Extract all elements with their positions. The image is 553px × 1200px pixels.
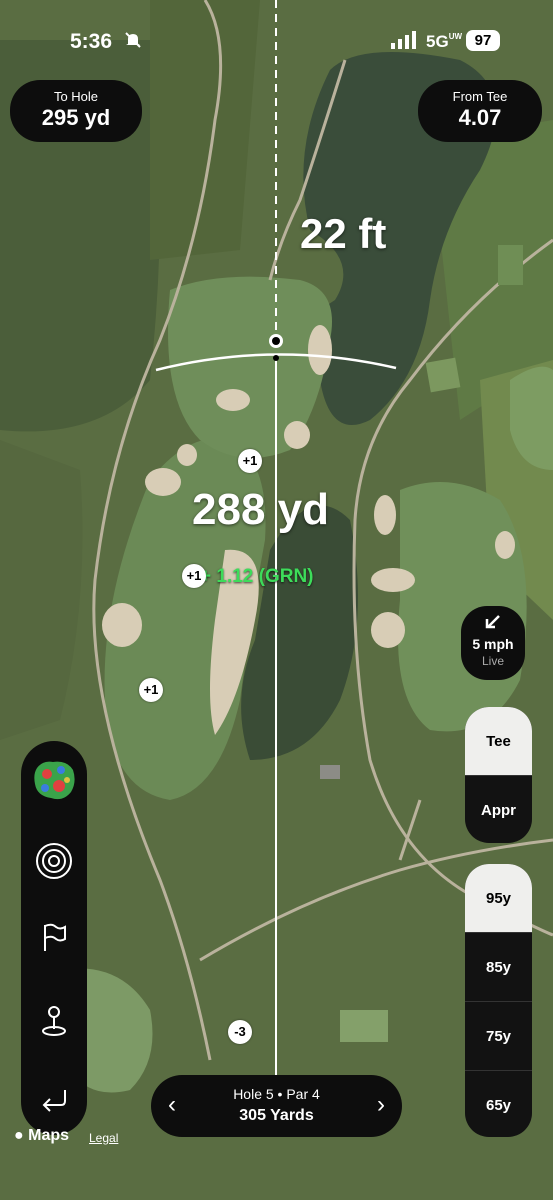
legal-link[interactable]: Legal <box>89 1131 118 1145</box>
flag-icon[interactable] <box>21 913 87 963</box>
map-marker[interactable]: -3 <box>228 1020 252 1044</box>
hole-navigator: ‹ Hole 5 • Par 4 305 Yards › <box>151 1075 402 1137</box>
shot-mode-appr[interactable]: Appr <box>465 775 532 843</box>
map-marker[interactable]: +1 <box>238 449 262 473</box>
network-label: 5GUW <box>426 32 463 51</box>
yardage-selector: 95y 85y 75y 65y <box>465 864 532 1137</box>
bell-mute-icon <box>123 30 143 55</box>
heatmap-icon[interactable] <box>21 755 87 805</box>
to-hole-pill[interactable]: To Hole 295 yd <box>10 80 142 142</box>
target-icon[interactable] <box>21 836 87 886</box>
hole-info: Hole 5 • Par 4 <box>233 1086 320 1102</box>
wind-status: Live <box>481 654 504 668</box>
yardage-option[interactable]: 65y <box>465 1070 532 1137</box>
maps-attribution: ● Maps <box>14 1127 70 1144</box>
screen: 5:36 5GUW 97 To Hole 295 yd From Tee 4.0… <box>0 0 553 1200</box>
distance-ft-label: 22 ft <box>300 210 387 257</box>
distance-yd-label: 288 yd <box>192 485 329 534</box>
signal-icon <box>391 31 417 54</box>
from-tee-label: From Tee <box>452 89 508 104</box>
battery-indicator: 97 <box>466 30 500 51</box>
map-marker[interactable]: +1 <box>139 678 163 702</box>
hole-yards: 305 Yards <box>239 1107 314 1124</box>
to-hole-label: To Hole <box>53 89 99 104</box>
shot-mode-selector: Tee Appr <box>465 707 532 843</box>
pin-location-icon[interactable] <box>21 996 87 1046</box>
from-tee-pill[interactable]: From Tee 4.07 <box>418 80 542 142</box>
yardage-option[interactable]: 85y <box>465 932 532 1001</box>
to-hole-value: 295 yd <box>41 105 111 130</box>
next-hole-button[interactable]: › <box>366 1090 396 1120</box>
shot-mode-tee[interactable]: Tee <box>465 707 532 775</box>
map-marker[interactable]: +1 <box>182 564 206 588</box>
apple-logo-icon: ● <box>14 1127 24 1144</box>
elevation-label: + 1.12 (GRN) <box>200 566 314 587</box>
wind-speed: 5 mph <box>472 636 514 652</box>
yardage-option[interactable]: 75y <box>465 1001 532 1070</box>
yardage-option[interactable]: 95y <box>465 864 532 932</box>
status-time: 5:36 <box>70 30 113 53</box>
back-icon[interactable] <box>21 1075 87 1125</box>
wind-arrow-icon <box>461 614 525 635</box>
tool-sidebar <box>21 741 87 1135</box>
from-tee-value: 4.07 <box>458 105 502 130</box>
wind-pill[interactable]: 5 mph Live <box>461 606 525 680</box>
